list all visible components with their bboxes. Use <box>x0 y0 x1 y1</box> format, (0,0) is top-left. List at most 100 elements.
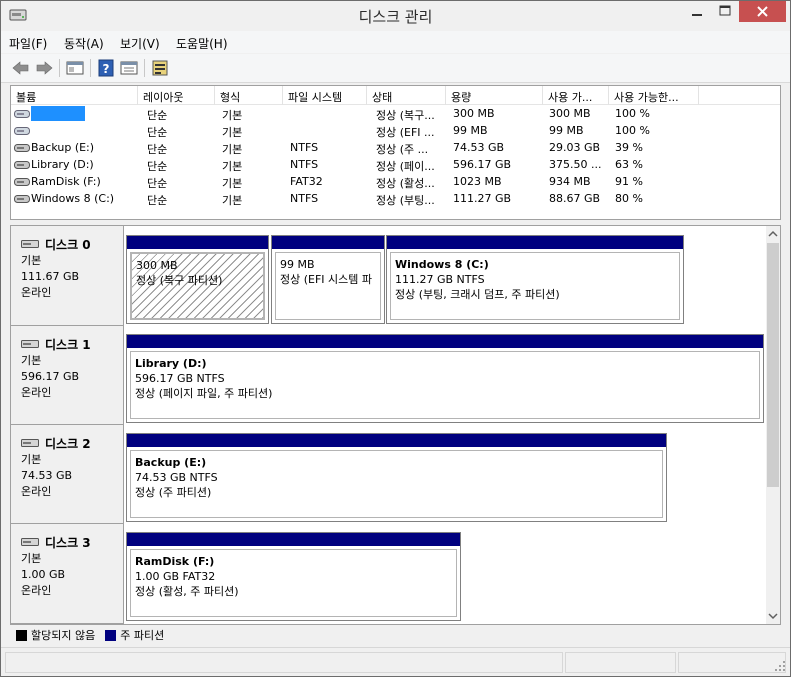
disk-type: 기본 <box>21 453 42 466</box>
table-row[interactable]: Backup (E:) 단순 기본 NTFS 정상 (주 ... 74.53 G… <box>11 139 780 156</box>
disk-row-0: 디스크 0 기본 111.67 GB 온라인 300 MB 정상 (복구 파티션… <box>11 226 766 326</box>
disk-info[interactable]: 디스크 3 기본 1.00 GB 온라인 <box>11 524 124 624</box>
volume-free-space: 375.50 ... <box>549 158 602 171</box>
back-icon[interactable] <box>11 59 31 77</box>
disk-map[interactable]: 디스크 0 기본 111.67 GB 온라인 300 MB 정상 (복구 파티션… <box>10 225 781 625</box>
volume-icon <box>14 178 30 186</box>
disk-icon <box>21 240 39 248</box>
disk-name: 디스크 2 <box>45 436 91 451</box>
column-header-layout[interactable]: 레이아웃 <box>138 86 215 105</box>
status-cell <box>678 652 786 673</box>
disk-type: 기본 <box>21 354 42 367</box>
volume-layout: 단순 <box>147 177 168 190</box>
partition-color-bar <box>387 236 683 249</box>
disk-size: 111.67 GB <box>21 270 80 283</box>
volume-name: Backup (E:) <box>31 141 95 154</box>
title-bar[interactable]: 디스크 관리 <box>1 1 790 31</box>
partition-recovery[interactable]: 300 MB 정상 (복구 파티션) <box>126 235 269 324</box>
scroll-up-arrow-icon[interactable] <box>766 226 780 243</box>
volume-free-space: 99 MB <box>549 124 584 137</box>
disk-row-2: 디스크 2 기본 74.53 GB 온라인 Backup (E:) 74.53 … <box>11 425 766 524</box>
partition-size: 1.00 GB FAT32 <box>135 570 216 583</box>
menu-help[interactable]: 도움말(H) <box>176 35 228 52</box>
volume-icon <box>14 110 30 118</box>
column-header-type[interactable]: 형식 <box>215 86 283 105</box>
close-button[interactable] <box>739 1 786 22</box>
resize-grip-icon[interactable] <box>774 660 786 672</box>
partition-ramdisk-f[interactable]: RamDisk (F:) 1.00 GB FAT32 정상 (활성, 주 파티션… <box>126 532 461 621</box>
volume-file-system: NTFS <box>290 141 319 154</box>
volume-free-space: 88.67 GB <box>549 192 601 205</box>
table-row[interactable]: RamDisk (F:) 단순 기본 FAT32 정상 (활성... 1023 … <box>11 173 780 190</box>
volume-layout: 단순 <box>147 126 168 139</box>
properties-icon[interactable] <box>119 59 139 77</box>
menu-view[interactable]: 보기(V) <box>120 35 160 52</box>
partition-name: Windows 8 (C:) <box>395 258 489 271</box>
toolbar-separator <box>144 59 145 77</box>
scroll-down-arrow-icon[interactable] <box>766 607 780 624</box>
volume-type: 기본 <box>222 194 243 207</box>
disk-state: 온라인 <box>21 485 52 498</box>
volume-layout: 단순 <box>147 143 168 156</box>
column-header-file-system[interactable]: 파일 시스템 <box>283 86 367 105</box>
column-header-status[interactable]: 상태 <box>367 86 446 105</box>
table-row[interactable]: Library (D:) 단순 기본 NTFS 정상 (페이... 596.17… <box>11 156 780 173</box>
volume-type: 기본 <box>222 109 243 122</box>
partition-library-d[interactable]: Library (D:) 596.17 GB NTFS 정상 (페이지 파일, … <box>126 334 764 423</box>
volume-type: 기본 <box>222 177 243 190</box>
disk-type: 기본 <box>21 254 42 267</box>
help-icon[interactable]: ? <box>96 59 116 77</box>
disk-info[interactable]: 디스크 0 기본 111.67 GB 온라인 <box>11 226 124 326</box>
volume-icon <box>14 127 30 135</box>
volume-layout: 단순 <box>147 160 168 173</box>
window-title: 디스크 관리 <box>358 8 433 26</box>
menu-action[interactable]: 동작(A) <box>64 35 104 52</box>
disk-name: 디스크 1 <box>45 337 91 352</box>
status-cell <box>5 652 563 673</box>
disk-size: 1.00 GB <box>21 568 66 581</box>
partition-details: 99 MB 정상 (EFI 시스템 파 <box>275 252 381 320</box>
column-header-volume[interactable]: 볼륨 <box>11 86 138 105</box>
legend: 할당되지 않음 주 파티션 <box>10 626 781 644</box>
volume-type: 기본 <box>222 160 243 173</box>
disk-state: 온라인 <box>21 584 52 597</box>
volume-status: 정상 (주 ... <box>376 143 429 156</box>
volume-capacity: 99 MB <box>453 124 488 137</box>
partition-size: 596.17 GB NTFS <box>135 372 225 385</box>
menu-file[interactable]: 파일(F) <box>9 35 47 52</box>
volume-capacity: 1023 MB <box>453 175 502 188</box>
partition-status: 정상 (페이지 파일, 주 파티션) <box>135 387 273 400</box>
table-row[interactable]: 단순 기본 정상 (복구... 300 MB 300 MB 100 % <box>11 105 780 122</box>
volume-capacity: 596.17 GB <box>453 158 512 171</box>
volume-list[interactable]: 볼륨 레이아웃 형식 파일 시스템 상태 용량 사용 가... 사용 가능한..… <box>10 85 781 220</box>
volume-icon <box>14 195 30 203</box>
disk-settings-icon[interactable] <box>151 59 171 77</box>
vertical-scrollbar[interactable] <box>766 226 780 624</box>
volume-name: Windows 8 (C:) <box>31 192 115 205</box>
disk-type: 기본 <box>21 552 42 565</box>
volume-status: 정상 (복구... <box>376 109 435 122</box>
forward-icon[interactable] <box>34 59 54 77</box>
table-row[interactable]: 단순 기본 정상 (EFI ... 99 MB 99 MB 100 % <box>11 122 780 139</box>
volume-free-space: 29.03 GB <box>549 141 601 154</box>
disk-icon <box>21 439 39 447</box>
volume-free-space: 300 MB <box>549 107 591 120</box>
scrollbar-thumb[interactable] <box>767 243 779 487</box>
column-header-percent-free[interactable]: 사용 가능한... <box>609 86 699 105</box>
table-row[interactable]: Windows 8 (C:) 단순 기본 NTFS 정상 (부팅... 111.… <box>11 190 780 207</box>
column-header-capacity[interactable]: 용량 <box>446 86 543 105</box>
disk-name: 디스크 0 <box>45 237 91 252</box>
maximize-button[interactable] <box>711 1 739 22</box>
partition-windows-c[interactable]: Windows 8 (C:) 111.27 GB NTFS 정상 (부팅, 크래… <box>386 235 684 324</box>
partition-details: Windows 8 (C:) 111.27 GB NTFS 정상 (부팅, 크래… <box>390 252 680 320</box>
volume-percent-free: 100 % <box>615 124 650 137</box>
disk-info[interactable]: 디스크 2 기본 74.53 GB 온라인 <box>11 425 124 524</box>
column-header-free-space[interactable]: 사용 가... <box>543 86 609 105</box>
minimize-button[interactable] <box>683 1 711 22</box>
partition-backup-e[interactable]: Backup (E:) 74.53 GB NTFS 정상 (주 파티션) <box>126 433 667 522</box>
partition-efi[interactable]: 99 MB 정상 (EFI 시스템 파 <box>271 235 385 324</box>
show-hide-console-tree-icon[interactable] <box>65 59 85 77</box>
volume-status: 정상 (EFI ... <box>376 126 435 139</box>
disk-info[interactable]: 디스크 1 기본 596.17 GB 온라인 <box>11 326 124 425</box>
legend-swatch-primary <box>105 629 117 641</box>
